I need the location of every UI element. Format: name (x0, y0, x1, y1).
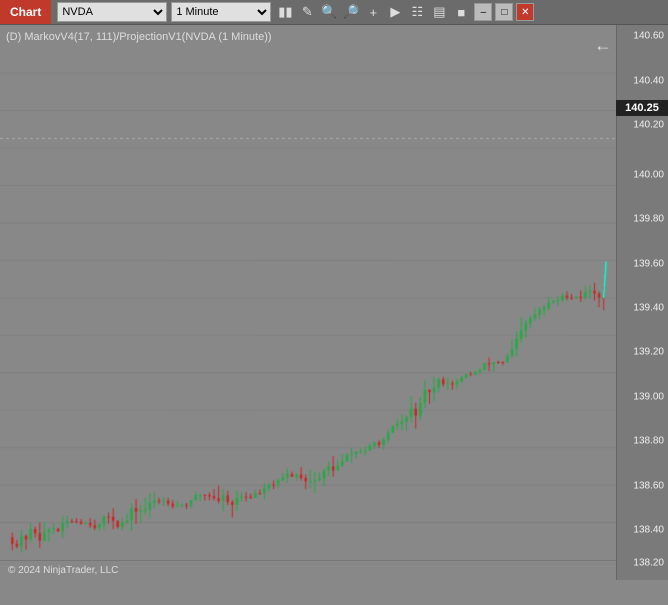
chart-canvas (0, 25, 616, 580)
current-price-badge: 140.25 (616, 100, 668, 116)
price-label: 138.40 (633, 525, 664, 536)
cursor-icon[interactable]: ▶ (385, 2, 405, 22)
bar-chart-icon[interactable]: ▮▮ (275, 2, 295, 22)
indicator-label: (D) MarkovV4(17, 111)/ProjectionV1(NVDA … (6, 31, 272, 43)
price-label: 139.00 (633, 391, 664, 402)
price-axis: 140.60 140.40 140.20 140.00 139.80 139.60 139.… (616, 25, 668, 580)
symbol-select[interactable]: NVDA (57, 2, 167, 22)
price-label: 140.60 (633, 31, 664, 42)
magnify-minus-icon[interactable]: 🔎 (341, 2, 361, 22)
price-label: 139.20 (633, 347, 664, 358)
title-bar: Chart NVDA 1 Minute ▮▮ ✎ 🔍 🔎 + ▶ ☷ ▤ ■ –… (0, 0, 668, 25)
plus-icon[interactable]: + (363, 2, 383, 22)
close-button[interactable]: ✕ (516, 3, 534, 21)
chart-type-icon[interactable]: ▤ (429, 2, 449, 22)
timeframe-select[interactable]: 1 Minute (171, 2, 271, 22)
price-label: 139.80 (633, 214, 664, 225)
back-arrow-icon[interactable]: ← (594, 35, 612, 56)
color-icon[interactable]: ■ (451, 2, 471, 22)
price-label: 140.00 (633, 169, 664, 180)
price-label: 138.20 (633, 558, 664, 569)
chart-tab[interactable]: Chart (0, 0, 51, 24)
minimize-button[interactable]: – (474, 3, 492, 21)
pencil-icon[interactable]: ✎ (297, 2, 317, 22)
price-label: 138.60 (633, 480, 664, 491)
restore-button[interactable]: □ (495, 3, 513, 21)
chart-area: (D) MarkovV4(17, 111)/ProjectionV1(NVDA … (0, 25, 668, 580)
price-label: 140.40 (633, 75, 664, 86)
price-label: 139.40 (633, 303, 664, 314)
toolbar-icons: ▮▮ ✎ 🔍 🔎 + ▶ ☷ ▤ ■ – □ ✕ (275, 2, 534, 22)
footer: © 2024 NinjaTrader, LLC (0, 560, 616, 580)
copyright-text: © 2024 NinjaTrader, LLC (8, 565, 118, 576)
magnify-plus-icon[interactable]: 🔍 (319, 2, 339, 22)
price-label: 138.80 (633, 436, 664, 447)
layers-icon[interactable]: ☷ (407, 2, 427, 22)
price-label: 139.60 (633, 258, 664, 269)
price-label: 140.20 (633, 119, 664, 130)
